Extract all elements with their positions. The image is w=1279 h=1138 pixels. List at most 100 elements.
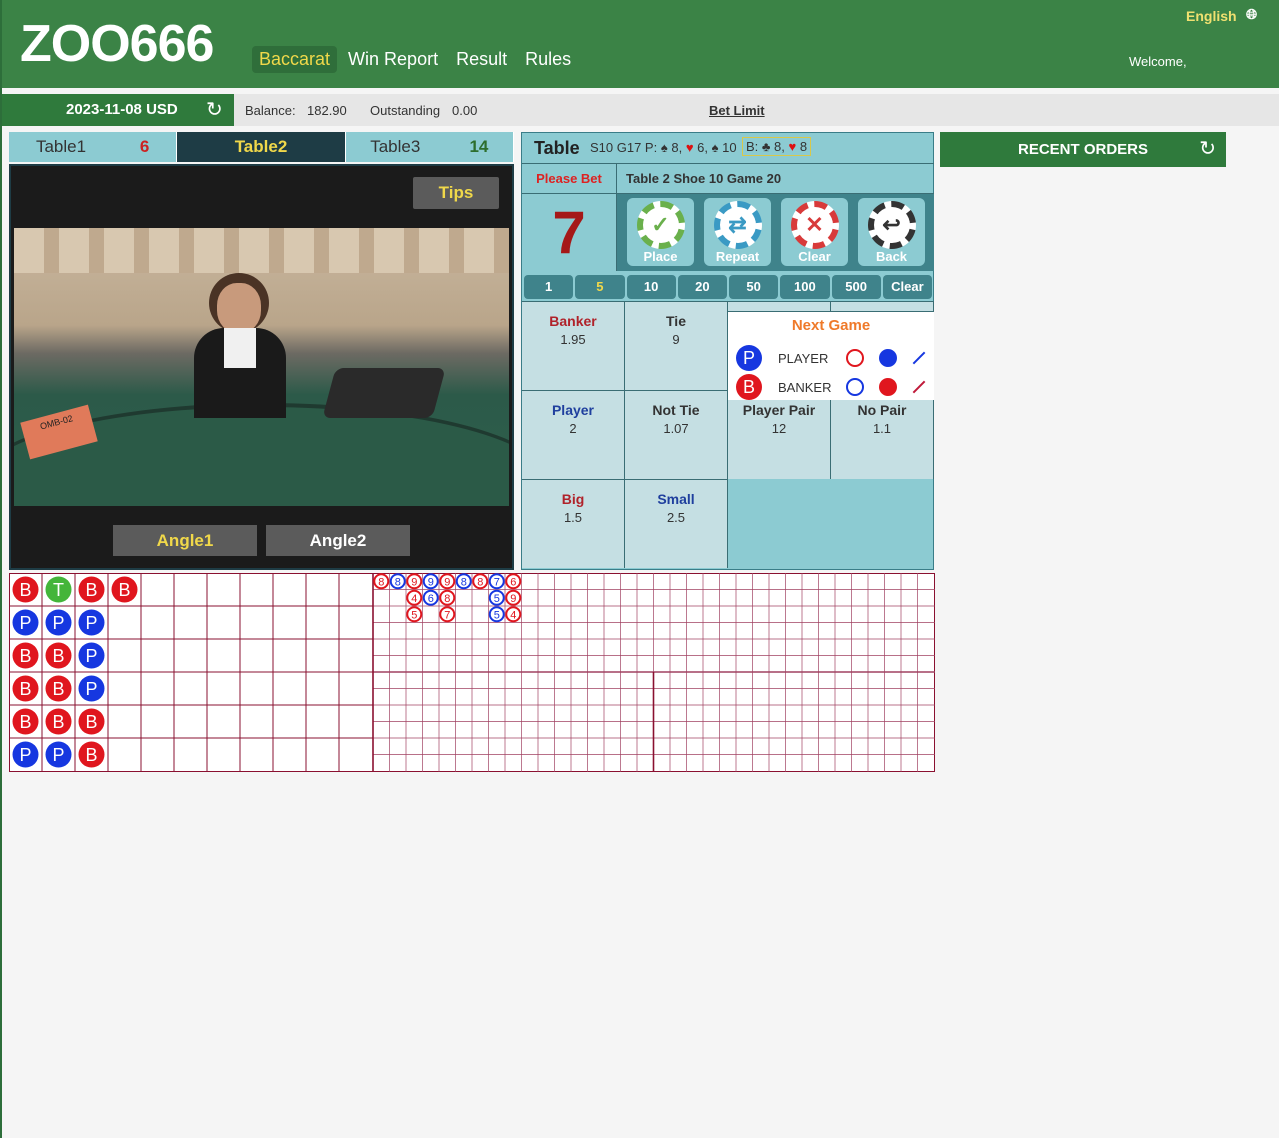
svg-text:5: 5 [494, 610, 500, 622]
bet-small[interactable]: Small 2.5 [625, 479, 728, 568]
svg-text:9: 9 [444, 577, 450, 589]
bet-name: Big [561, 491, 585, 507]
angle2-button[interactable]: Angle2 [266, 525, 410, 556]
svg-text:8: 8 [395, 577, 401, 589]
chip-500[interactable]: 500 [831, 275, 881, 299]
chip-50[interactable]: 50 [729, 275, 779, 299]
bead-P: P [12, 741, 39, 768]
svg-text:B: B [52, 679, 64, 699]
svg-text:8: 8 [477, 577, 483, 589]
bet-odds: 9 [672, 332, 680, 347]
banker-label: BANKER [778, 379, 832, 395]
big-road-mark: 4 [406, 589, 423, 606]
svg-text:B: B [52, 646, 64, 666]
bet-odds: 2.5 [666, 510, 686, 525]
result-prefix: S10 G17 P: [590, 140, 661, 155]
big-road-mark: 9 [406, 573, 423, 590]
place-button[interactable]: ✓ Place [627, 198, 694, 266]
table-title: Table [534, 138, 580, 158]
recent-orders-header: RECENT ORDERS ↻ [940, 132, 1226, 167]
logo: ZOO666 [20, 15, 214, 73]
big-road-mark: 9 [439, 573, 456, 590]
chip-100[interactable]: 100 [780, 275, 830, 299]
svg-text:P: P [52, 745, 64, 765]
bet-banker[interactable]: Banker 1.95 [522, 301, 625, 390]
refresh-icon[interactable]: ↻ [1199, 132, 1216, 167]
clear-button[interactable]: ✕ Clear [781, 198, 848, 266]
bet-odds: 1.1 [872, 421, 892, 436]
chip-1[interactable]: 1 [524, 275, 574, 299]
big-road-mark: 8 [439, 589, 456, 606]
chip-10[interactable]: 10 [626, 275, 676, 299]
svg-text:5: 5 [411, 610, 417, 622]
bet-not-tie[interactable]: Not Tie 1.07 [625, 390, 728, 479]
bead-B: B [78, 708, 105, 735]
tab-label: Table3 [370, 137, 421, 156]
svg-text:T: T [53, 580, 64, 600]
player-badge: P [736, 345, 762, 371]
svg-text:6: 6 [428, 593, 434, 605]
bet-big[interactable]: Big 1.5 [522, 479, 625, 568]
language-icon[interactable]: 🌐︎ [1246, 6, 1257, 23]
refresh-icon[interactable]: ↻ [206, 94, 223, 126]
angle1-button[interactable]: Angle1 [113, 525, 257, 556]
tab-table2[interactable]: Table2 [177, 132, 346, 162]
live-video[interactable]: OMB-02 [14, 228, 509, 506]
svg-text:9: 9 [428, 577, 434, 589]
big-road-mark: 7 [488, 573, 505, 590]
tips-button[interactable]: Tips [413, 177, 499, 209]
betting-panel: Table S10 G17 P: ♠ 8, ♥ 6, ♠ 10 B: ♣ 8, … [521, 132, 934, 570]
bet-player-pair[interactable]: Player Pair 12 [728, 390, 831, 479]
svg-text:P: P [85, 646, 97, 666]
bead-B: B [12, 642, 39, 669]
bead-P: P [45, 609, 72, 636]
table-tabs: Table1 6 Table2 Table3 14 [9, 132, 514, 162]
balance-value: 182.90 [307, 103, 347, 118]
big-road-mark: 5 [488, 606, 505, 623]
chip-20[interactable]: 20 [677, 275, 727, 299]
clear-icon: ✕ [790, 201, 839, 249]
bet-limit-link[interactable]: Bet Limit [709, 103, 765, 118]
button-label: Clear [798, 249, 831, 264]
bet-name: Small [657, 491, 695, 507]
bet-player[interactable]: Player 2 [522, 390, 625, 479]
svg-text:P: P [85, 679, 97, 699]
tab-table1[interactable]: Table1 6 [9, 132, 178, 162]
nav-baccarat[interactable]: Baccarat [252, 46, 338, 73]
bead-T: T [45, 576, 72, 603]
svg-text:4: 4 [510, 610, 516, 622]
bead-B: B [45, 642, 72, 669]
tab-table3[interactable]: Table3 14 [345, 132, 514, 162]
bead-P: P [78, 642, 105, 669]
svg-text:B: B [52, 712, 64, 732]
header: ZOO666 Baccarat Win Report Result Rules … [2, 0, 1279, 88]
banker-prefix: B: [746, 139, 762, 154]
player-cards: ♠ 8, ♥ 6, ♠ 10 [661, 140, 737, 155]
language-selector[interactable]: English [1186, 8, 1237, 24]
hollow-blue-circle-icon [846, 378, 864, 396]
chip-clear[interactable]: Clear [882, 275, 932, 299]
status-bar: 2023-11-08 USD ↻ Balance: 182.90 Outstand… [2, 94, 1279, 126]
tab-label: Table2 [234, 137, 288, 156]
nav-win-report[interactable]: Win Report [341, 46, 445, 73]
button-label: Back [875, 249, 908, 264]
svg-text:B: B [118, 580, 130, 600]
back-icon: ↩ [867, 201, 916, 249]
svg-text:B: B [85, 712, 97, 732]
nav-result[interactable]: Result [449, 46, 514, 73]
svg-text:9: 9 [510, 593, 516, 605]
bet-tie[interactable]: Tie 9 [625, 301, 728, 390]
nav-rules[interactable]: Rules [518, 46, 578, 73]
bead-P: P [78, 675, 105, 702]
bead-B: B [78, 741, 105, 768]
back-button[interactable]: ↩ Back [858, 198, 925, 266]
chip-5[interactable]: 5 [575, 275, 625, 299]
card: ♥ 6, [685, 140, 712, 155]
tab-label: Table1 [35, 137, 87, 156]
next-game-player[interactable]: P PLAYER [736, 345, 927, 371]
bet-no-pair[interactable]: No Pair 1.1 [831, 390, 934, 479]
card: ♥ 8 [788, 139, 808, 154]
repeat-button[interactable]: ⇄ Repeat [704, 198, 771, 266]
svg-text:8: 8 [378, 577, 384, 589]
next-game-banker[interactable]: B BANKER [736, 374, 927, 400]
